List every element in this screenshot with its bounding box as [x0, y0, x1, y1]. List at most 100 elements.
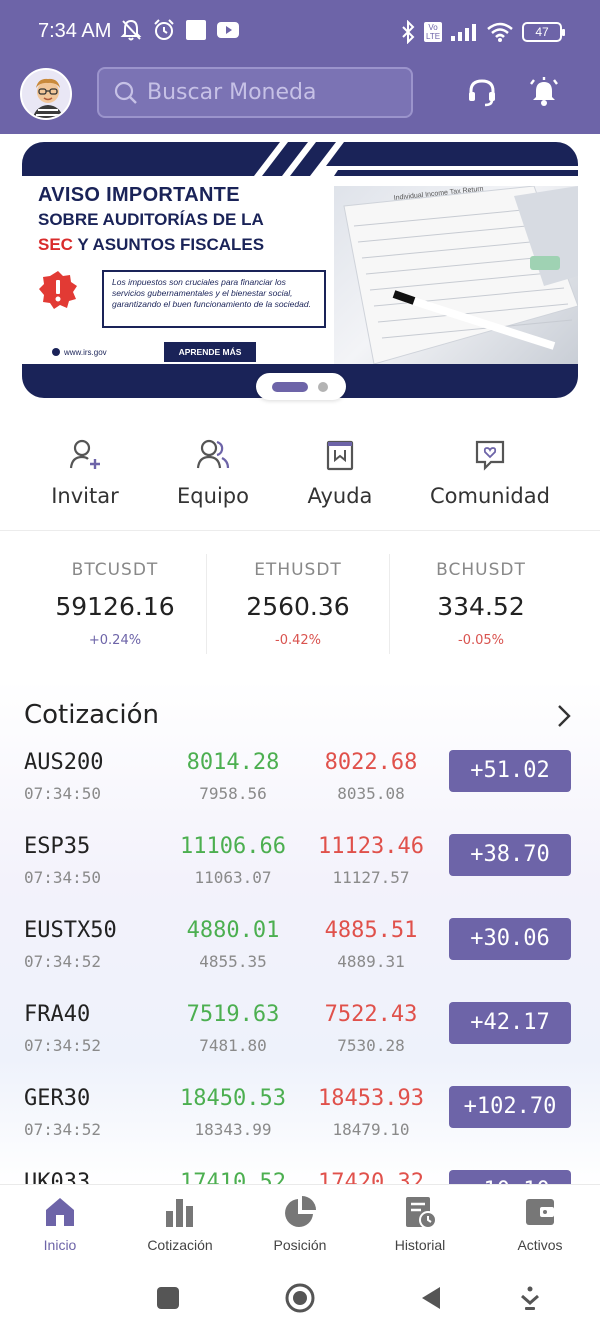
quote-ask-low: 18479.10: [332, 1120, 410, 1139]
warning-badge-icon: [39, 271, 77, 309]
nav-label: Activos: [517, 1237, 563, 1253]
search-bar[interactable]: [97, 67, 413, 118]
banner-body-text: Los impuestos son cruciales para financi…: [102, 270, 326, 328]
ticker-symbol: BCHUSDT: [436, 560, 526, 580]
notifications-muted-icon: [120, 19, 142, 41]
invite-action[interactable]: Invitar: [45, 438, 125, 508]
user-avatar[interactable]: [20, 68, 72, 120]
nav-item-historial[interactable]: Historial: [360, 1195, 480, 1253]
quote-bid: 18450.53: [180, 1086, 286, 1111]
nav-label: Cotización: [147, 1237, 213, 1253]
search-input[interactable]: [147, 80, 397, 105]
quote-ask-low: 4889.31: [337, 952, 405, 971]
quote-change-badge[interactable]: +42.17: [449, 1002, 571, 1044]
nav-item-cotizacion[interactable]: Cotización: [120, 1195, 240, 1253]
history-doc-icon: [406, 1197, 437, 1229]
ticker-card[interactable]: BCHUSDT 334.52 -0.05%: [390, 552, 572, 662]
quote-symbol: FRA40: [24, 1002, 91, 1027]
quote-row[interactable]: FRA40 07:34:52 7519.63 7481.80 7522.43 7…: [0, 1002, 600, 1086]
battery-indicator: 47: [522, 22, 565, 42]
bluetooth-icon: [402, 20, 415, 44]
quote-row[interactable]: ESP35 07:34:50 11106.66 11063.07 11123.4…: [0, 834, 600, 918]
search-icon: [114, 81, 137, 104]
recents-square-icon[interactable]: [154, 1284, 182, 1312]
ticker-price: 334.52: [437, 592, 525, 621]
quick-actions: Invitar Equipo Ayuda Comunidad: [0, 438, 600, 518]
quote-time: 07:34:52: [24, 952, 102, 971]
help-action[interactable]: Ayuda: [300, 438, 380, 508]
quote-bid: 17410.52: [180, 1170, 286, 1185]
team-label: Equipo: [177, 484, 249, 508]
quotes-title: Cotización: [24, 700, 159, 730]
ticker-change: +0.24%: [88, 633, 142, 648]
banner-site-link: www.irs.gov: [52, 348, 107, 357]
hide-keyboard-icon[interactable]: [516, 1284, 544, 1312]
status-time: 7:34 AM: [38, 20, 112, 42]
quote-ask: 18453.93: [318, 1086, 424, 1111]
banner-title-line2: SOBRE AUDITORÍAS DE LA: [38, 210, 264, 229]
quote-ask-low: 7530.28: [337, 1036, 405, 1055]
bottom-nav: Inicio Cotización Posición Historial Act…: [0, 1184, 600, 1268]
ticker-change: -0.05%: [458, 633, 504, 648]
quote-change-badge[interactable]: +10.10: [449, 1170, 571, 1185]
help-label: Ayuda: [307, 484, 373, 508]
avatar-illustration-icon: [22, 70, 70, 118]
home-circle-icon[interactable]: [284, 1282, 316, 1314]
community-label: Comunidad: [430, 484, 550, 508]
signal-icon: [451, 24, 476, 41]
banner-title-sec: SEC: [38, 235, 73, 254]
alarm-clock-icon: [154, 19, 174, 40]
community-action[interactable]: Comunidad: [430, 438, 550, 508]
quote-row[interactable]: GER30 07:34:52 18450.53 18343.99 18453.9…: [0, 1086, 600, 1170]
back-triangle-icon[interactable]: [418, 1284, 446, 1312]
carousel-dot-active[interactable]: [272, 381, 308, 392]
quote-change-badge[interactable]: +30.06: [449, 918, 571, 960]
nav-item-inicio[interactable]: Inicio: [0, 1195, 120, 1253]
nav-label: Historial: [394, 1237, 446, 1253]
chevron-right-icon[interactable]: [554, 702, 574, 730]
quote-time: 07:34:50: [24, 784, 102, 803]
quote-bid-low: 7958.56: [199, 784, 267, 803]
invite-user-icon: [69, 439, 100, 469]
learn-more-button[interactable]: APRENDE MÁS: [164, 342, 256, 362]
quote-ask: 11123.46: [318, 834, 424, 859]
quote-ask: 7522.43: [324, 1002, 418, 1027]
quote-change-badge[interactable]: +38.70: [449, 834, 571, 876]
quote-time: 07:34:50: [24, 868, 102, 887]
bar-chart-icon: [166, 1199, 193, 1227]
quote-row[interactable]: UK033 17410.52 17420.32 +10.10: [0, 1170, 600, 1185]
wallet-icon: [526, 1199, 554, 1225]
invite-label: Invitar: [51, 484, 119, 508]
quote-ask: 17420.32: [318, 1170, 424, 1185]
help-book-icon: [326, 440, 354, 471]
ticker-card[interactable]: BTCUSDT 59126.16 +0.24%: [24, 552, 206, 662]
volte-icon: Vo LTE: [424, 22, 442, 42]
carousel-dot[interactable]: [318, 381, 328, 392]
nav-item-posicion[interactable]: Posición: [240, 1195, 360, 1253]
top-header: 7:34 AM Vo LTE 47 Buscar Moneda: [0, 0, 600, 134]
quote-time: 07:34:52: [24, 1036, 102, 1055]
quote-symbol: GER30: [24, 1086, 91, 1111]
alarm-bell-icon[interactable]: [528, 76, 560, 108]
quote-bid: 11106.66: [180, 834, 286, 859]
quote-change-badge[interactable]: +51.02: [449, 750, 571, 792]
team-action[interactable]: Equipo: [173, 438, 253, 508]
quote-row[interactable]: AUS200 07:34:50 8014.28 7958.56 8022.68 …: [0, 750, 600, 834]
quote-bid-low: 11063.07: [194, 868, 272, 887]
square-notification-icon: [186, 20, 206, 40]
quote-symbol: ESP35: [24, 834, 91, 859]
status-bar: 7:34 AM Vo LTE 47: [0, 0, 600, 64]
quote-time: 07:34:52: [24, 1120, 102, 1139]
headset-icon[interactable]: [466, 76, 498, 108]
quote-bid: 7519.63: [186, 1002, 280, 1027]
ticker-card[interactable]: ETHUSDT 2560.36 -0.42%: [207, 552, 389, 662]
quote-change-badge[interactable]: +102.70: [449, 1086, 571, 1128]
tax-form-photo: Individual Income Tax Return: [334, 185, 578, 365]
promo-banner[interactable]: Individual Income Tax Return AVISO IMPOR…: [22, 142, 578, 398]
app-screen: 7:34 AM Vo LTE 47 Buscar Moneda Individu…: [0, 0, 600, 1333]
nav-label: Inicio: [43, 1237, 77, 1253]
team-icon: [196, 439, 230, 469]
quote-row[interactable]: EUSTX50 07:34:52 4880.01 4855.35 4885.51…: [0, 918, 600, 1002]
nav-item-activos[interactable]: Activos: [480, 1195, 600, 1253]
carousel-indicator[interactable]: [256, 373, 346, 400]
